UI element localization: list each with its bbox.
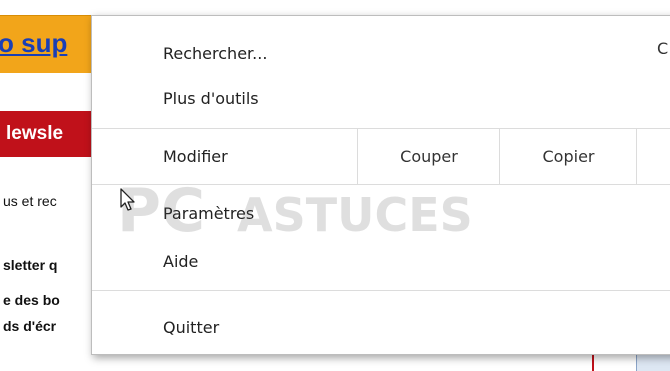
menu-shortcut-hint: C [657, 39, 669, 58]
menu-separator [92, 184, 670, 185]
mouse-pointer-icon [120, 188, 135, 211]
menu-item-help[interactable]: Aide [163, 252, 198, 271]
menu-edit-row: Modifier Couper Copier [92, 129, 670, 184]
watermark-text-right: ASTUCES [237, 188, 473, 242]
menu-item-more-tools[interactable]: Plus d'outils [163, 89, 259, 108]
newsletter-banner: lewsle [0, 111, 100, 157]
browser-context-menu: Rechercher... C Plus d'outils Modifier C… [91, 15, 670, 355]
page-text-line: us et rec [3, 193, 57, 209]
cut-button[interactable]: Couper [357, 129, 500, 184]
page-header-banner: o sup [0, 15, 100, 73]
page-text-line: ds d'écr [3, 318, 57, 334]
newsletter-banner-title: lewsle [6, 123, 64, 144]
paste-button[interactable] [636, 129, 670, 184]
menu-item-settings[interactable]: Paramètres [163, 204, 254, 223]
page-text-line: sletter q [3, 257, 58, 273]
menu-item-search[interactable]: Rechercher... [163, 44, 267, 63]
menu-separator [92, 290, 670, 291]
menu-item-quit[interactable]: Quitter [163, 318, 219, 337]
header-link[interactable]: o sup [0, 28, 67, 59]
menu-edit-label: Modifier [163, 147, 228, 166]
page-text-line: e des bo [3, 292, 60, 308]
copy-button[interactable]: Copier [499, 129, 637, 184]
